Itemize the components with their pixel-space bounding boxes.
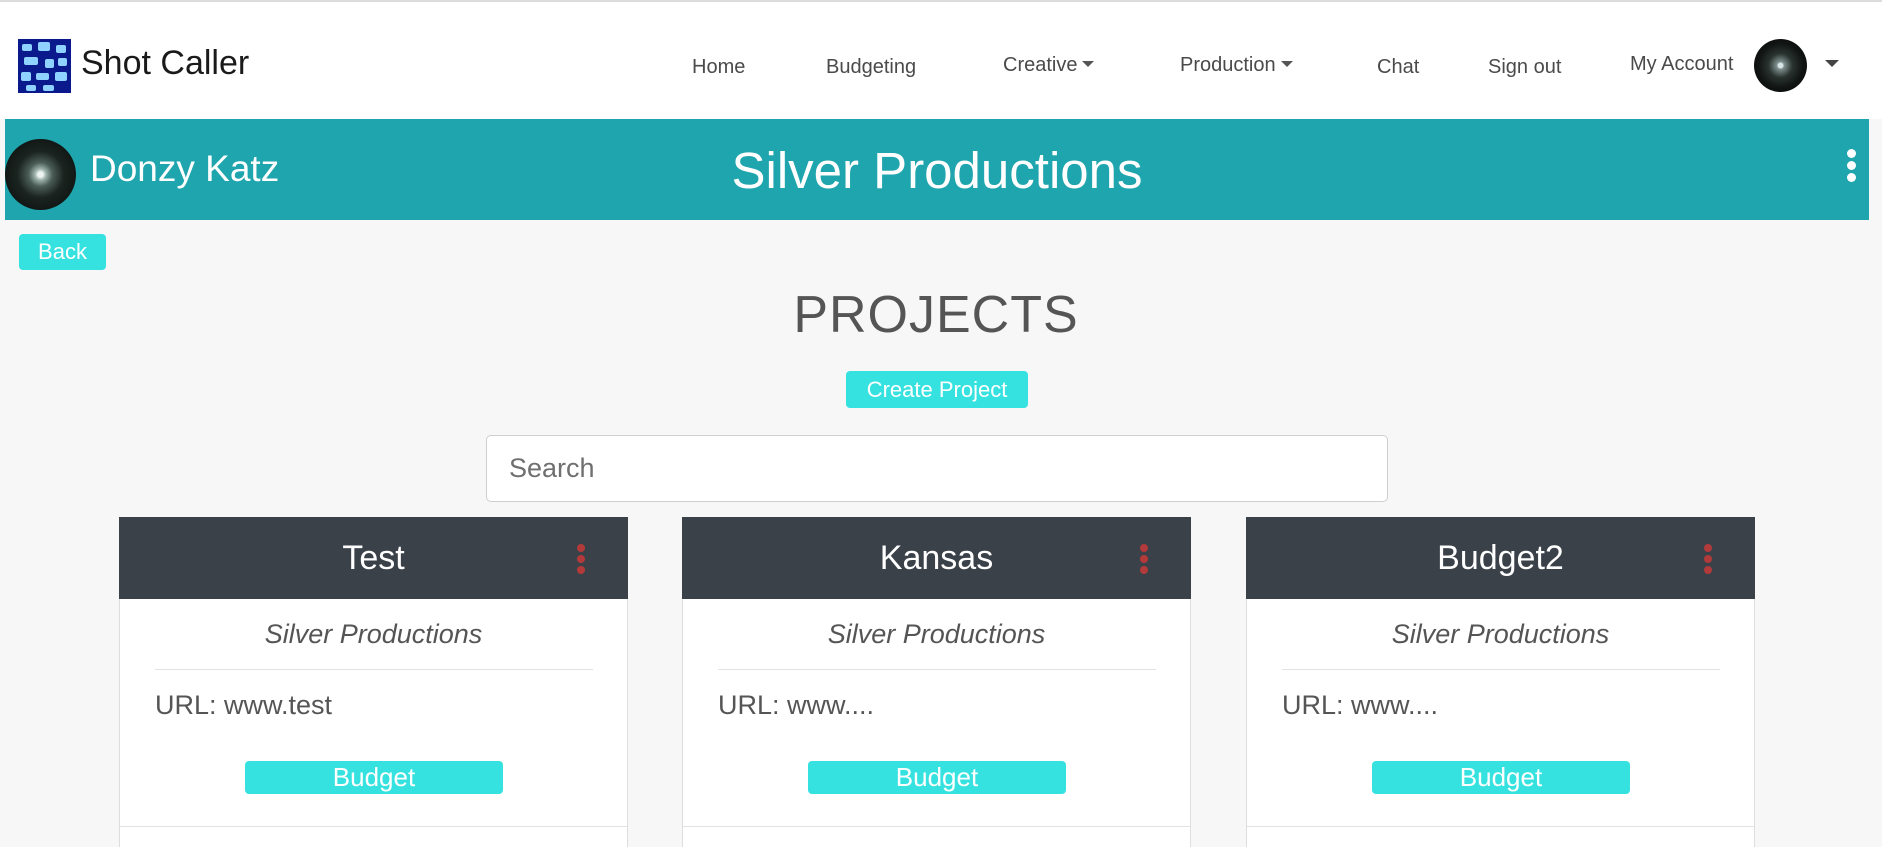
nav-creative-label: Creative — [1003, 54, 1078, 76]
kebab-menu-icon[interactable] — [1139, 544, 1149, 574]
company-banner: Silver Productions Donzy Katz — [5, 119, 1869, 220]
project-card: Kansas Silver Productions URL: www.... B… — [682, 517, 1191, 847]
create-project-button[interactable]: Create Project — [846, 371, 1028, 408]
project-card-header: Kansas — [682, 517, 1191, 599]
top-navbar: Shot Caller Home Budgeting Creative Prod… — [0, 0, 1882, 119]
kebab-menu-icon[interactable] — [1703, 544, 1713, 574]
project-url: URL: www.test — [155, 690, 333, 720]
nav-home[interactable]: Home — [692, 56, 745, 79]
divider — [120, 826, 627, 827]
logo-icon[interactable] — [18, 39, 71, 93]
page: Shot Caller Home Budgeting Creative Prod… — [0, 0, 1882, 847]
caret-down-icon — [1280, 61, 1293, 67]
project-card: Budget2 Silver Productions URL: www.... … — [1246, 517, 1755, 847]
account-avatar[interactable] — [1754, 39, 1807, 92]
user-name[interactable]: Donzy Katz — [90, 148, 279, 190]
nav-sign-out[interactable]: Sign out — [1488, 56, 1561, 79]
project-company: Silver Productions — [827, 619, 1046, 649]
page-title: PROJECTS — [793, 286, 1079, 344]
project-title[interactable]: Kansas — [682, 539, 1191, 578]
project-company: Silver Productions — [1391, 619, 1610, 649]
user-avatar[interactable] — [5, 139, 76, 210]
project-company: Silver Productions — [264, 619, 483, 649]
brand-name[interactable]: Shot Caller — [81, 44, 249, 83]
nav-creative[interactable]: Creative — [1003, 54, 1095, 77]
project-card: Test Silver Productions URL: www.test Bu… — [119, 517, 628, 847]
project-card-header: Budget2 — [1246, 517, 1755, 599]
account-dropdown-icon[interactable] — [1825, 60, 1839, 67]
nav-production-label: Production — [1180, 54, 1276, 76]
budget-button[interactable]: Budget — [1372, 761, 1630, 794]
divider — [718, 669, 1156, 670]
project-url: URL: www.... — [718, 690, 875, 720]
company-title: Silver Productions — [731, 142, 1143, 199]
kebab-menu-icon[interactable] — [576, 544, 586, 574]
project-card-header: Test — [119, 517, 628, 599]
budget-button[interactable]: Budget — [245, 761, 503, 794]
nav-production[interactable]: Production — [1180, 54, 1293, 77]
budget-button[interactable]: Budget — [808, 761, 1066, 794]
nav-my-account[interactable]: My Account — [1630, 53, 1733, 76]
divider — [683, 826, 1190, 827]
project-title[interactable]: Test — [119, 539, 628, 578]
caret-down-icon — [1082, 61, 1095, 67]
project-title[interactable]: Budget2 — [1246, 539, 1755, 578]
nav-chat[interactable]: Chat — [1377, 56, 1419, 79]
search-input[interactable] — [486, 435, 1388, 502]
nav-budgeting[interactable]: Budgeting — [826, 56, 916, 79]
divider — [1282, 669, 1720, 670]
back-button[interactable]: Back — [19, 234, 106, 270]
divider — [1247, 826, 1754, 827]
project-url: URL: www.... — [1282, 690, 1439, 720]
kebab-menu-icon[interactable] — [1843, 149, 1859, 183]
divider — [155, 669, 593, 670]
